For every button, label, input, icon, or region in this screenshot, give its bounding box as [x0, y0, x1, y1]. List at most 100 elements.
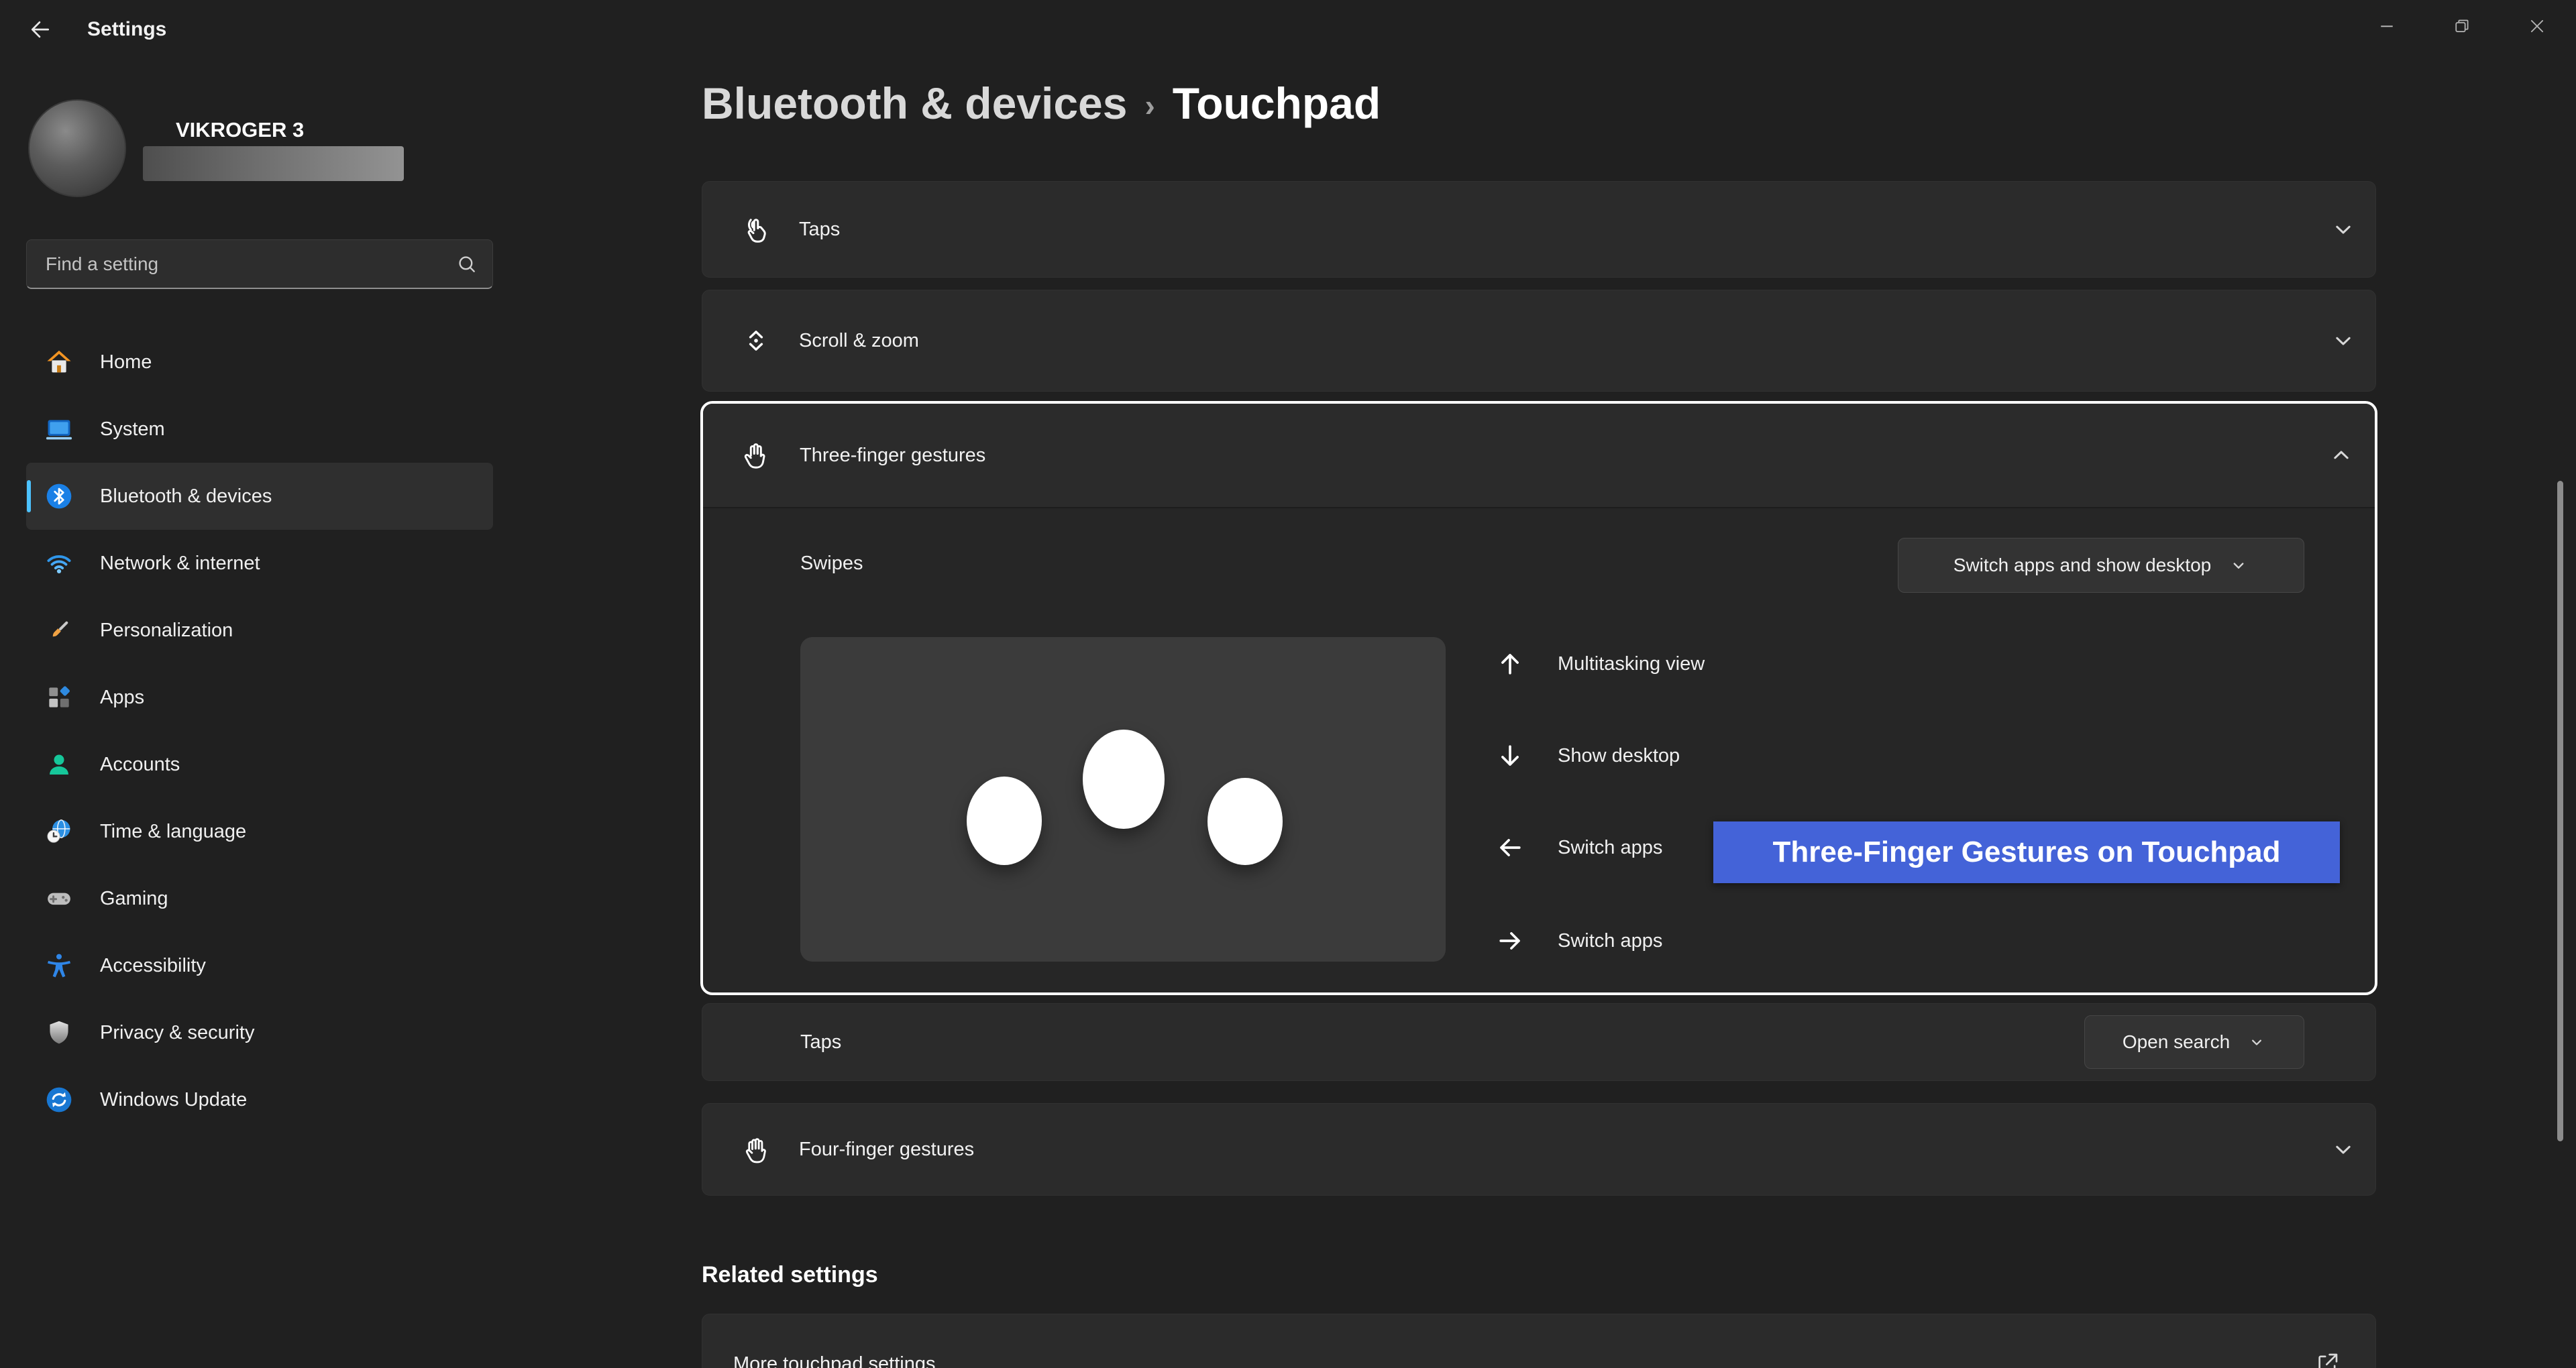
external-link-icon — [2314, 1351, 2341, 1368]
bluetooth-icon — [44, 481, 74, 511]
breadcrumb-separator-icon: › — [1144, 89, 1155, 123]
update-icon — [44, 1085, 74, 1115]
sidebar-item-accessibility[interactable]: Accessibility — [26, 932, 493, 999]
swipes-dropdown[interactable]: Switch apps and show desktop — [1898, 538, 2304, 593]
sidebar-item-system[interactable]: System — [26, 396, 493, 463]
four-finger-gestures-expander[interactable]: Four-finger gestures — [702, 1103, 2376, 1196]
sidebar-item-label: Time & language — [100, 821, 246, 843]
sidebar-item-label: Windows Update — [100, 1089, 247, 1111]
titlebar: Settings — [0, 0, 2576, 59]
settings-window: Settings VIK — [0, 0, 2576, 1368]
three-finger-taps-row: Taps Open search — [702, 1003, 2376, 1081]
minimize-button[interactable] — [2349, 0, 2424, 52]
sidebar-item-label: Accessibility — [100, 955, 206, 977]
scroll-zoom-expander[interactable]: Scroll & zoom — [702, 290, 2376, 392]
search-input[interactable] — [27, 240, 492, 288]
three-finger-taps-label: Taps — [800, 1031, 841, 1053]
taps-action-dropdown-value: Open search — [2123, 1031, 2230, 1053]
sidebar-nav: Home System Bluetooth & devices — [26, 329, 493, 1133]
avatar[interactable] — [28, 99, 126, 197]
related-settings-heading: Related settings — [702, 1262, 878, 1288]
arrow-up-icon — [1495, 648, 1525, 679]
gesture-label: Multitasking view — [1558, 653, 1705, 675]
taps-action-dropdown[interactable]: Open search — [2084, 1015, 2304, 1069]
gesture-label: Switch apps — [1558, 837, 1662, 859]
gesture-row-right: Switch apps — [1481, 914, 1662, 968]
arrow-down-icon — [1495, 740, 1525, 771]
swipes-label: Swipes — [800, 553, 863, 575]
sidebar-item-bluetooth-devices[interactable]: Bluetooth & devices — [26, 463, 493, 530]
four-finger-gestures-label: Four-finger gestures — [799, 1139, 974, 1161]
search-box — [26, 239, 493, 289]
sidebar-item-label: Bluetooth & devices — [100, 486, 272, 508]
minimize-icon — [2377, 16, 2397, 36]
breadcrumb-parent[interactable]: Bluetooth & devices — [702, 79, 1127, 128]
sidebar-item-accounts[interactable]: Accounts — [26, 731, 493, 798]
paintbrush-icon — [44, 616, 74, 645]
person-icon — [44, 750, 74, 779]
gesture-row-left: Switch apps — [1481, 821, 1662, 874]
profile-name: VIKROGER 3 — [176, 118, 304, 142]
page-title: Touchpad — [1173, 79, 1381, 128]
accessibility-person-icon — [44, 951, 74, 980]
sidebar-item-personalization[interactable]: Personalization — [26, 597, 493, 664]
three-finger-gestures-card: Three-finger gestures Swipes Switch apps… — [700, 401, 2377, 995]
profile-email-redacted — [143, 146, 404, 181]
sidebar-item-network-internet[interactable]: Network & internet — [26, 530, 493, 597]
sidebar-item-label: Personalization — [100, 620, 233, 642]
breadcrumb: Bluetooth & devices › Touchpad — [702, 79, 1381, 128]
sidebar-item-label: Privacy & security — [100, 1022, 254, 1044]
sidebar-item-windows-update[interactable]: Windows Update — [26, 1066, 493, 1133]
close-button[interactable] — [2500, 0, 2575, 52]
sidebar-item-gaming[interactable]: Gaming — [26, 865, 493, 932]
shield-icon — [44, 1018, 74, 1047]
sidebar-item-label: System — [100, 418, 165, 441]
tap-gesture-icon — [740, 213, 772, 245]
more-touchpad-settings-label: More touchpad settings — [733, 1353, 935, 1368]
wifi-icon — [44, 549, 74, 578]
sidebar-item-label: Network & internet — [100, 553, 260, 575]
four-finger-hand-icon — [740, 1133, 772, 1165]
sidebar-item-label: Accounts — [100, 754, 180, 776]
globe-clock-icon — [44, 817, 74, 846]
chevron-down-icon — [2247, 1033, 2266, 1051]
app-title: Settings — [87, 0, 166, 59]
sidebar-item-time-language[interactable]: Time & language — [26, 798, 493, 865]
chevron-down-icon — [2330, 327, 2357, 354]
scroll-zoom-icon — [740, 325, 772, 357]
three-finger-hand-icon — [739, 439, 773, 472]
gamepad-icon — [44, 884, 74, 913]
back-button[interactable] — [20, 11, 60, 48]
search-icon[interactable] — [456, 253, 478, 275]
sidebar-item-label: Apps — [100, 687, 144, 709]
chevron-up-icon — [2328, 442, 2355, 469]
three-finger-gestures-expander[interactable]: Three-finger gestures — [703, 404, 2375, 508]
three-finger-gestures-label: Three-finger gestures — [800, 445, 985, 467]
back-arrow-icon — [28, 17, 52, 42]
chevron-down-icon — [2330, 216, 2357, 243]
system-icon — [44, 414, 74, 444]
sidebar-item-label: Gaming — [100, 888, 168, 910]
gesture-label: Switch apps — [1558, 930, 1662, 952]
sidebar-item-apps[interactable]: Apps — [26, 664, 493, 731]
sidebar-item-label: Home — [100, 351, 152, 374]
more-touchpad-settings-link[interactable]: More touchpad settings — [702, 1314, 2376, 1368]
taps-expander[interactable]: Taps — [702, 181, 2376, 278]
window-controls — [2349, 0, 2575, 52]
overlay-banner: Three-Finger Gestures on Touchpad — [1713, 821, 2340, 883]
gesture-row-down: Show desktop — [1481, 729, 1680, 783]
sidebar-item-privacy-security[interactable]: Privacy & security — [26, 999, 493, 1066]
sidebar-item-home[interactable]: Home — [26, 329, 493, 396]
arrow-left-icon — [1495, 832, 1525, 863]
restore-icon — [2453, 17, 2471, 36]
chevron-down-icon — [2229, 555, 2249, 575]
vertical-scrollbar[interactable] — [2557, 481, 2563, 1141]
arrow-right-icon — [1495, 925, 1525, 956]
swipes-dropdown-value: Switch apps and show desktop — [1953, 555, 2211, 576]
finger-dot — [967, 777, 1042, 865]
taps-label: Taps — [799, 219, 840, 241]
finger-dot — [1083, 730, 1165, 829]
restore-button[interactable] — [2424, 0, 2500, 52]
gesture-row-up: Multitasking view — [1481, 637, 1705, 691]
home-icon — [44, 347, 74, 377]
